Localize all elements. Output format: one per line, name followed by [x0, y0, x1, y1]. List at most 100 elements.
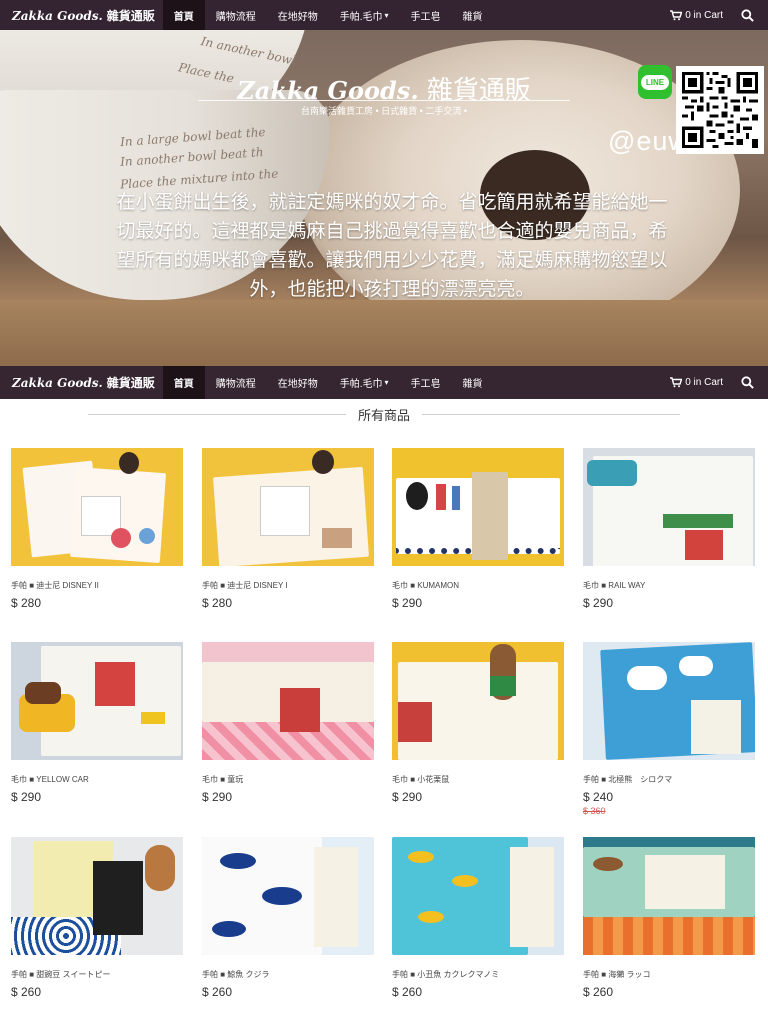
product-image[interactable]	[11, 642, 183, 760]
label-band	[691, 700, 741, 754]
label-band	[472, 472, 508, 560]
product-name[interactable]: 手帕 ■ 迪士尼 DISNEY I	[202, 580, 374, 591]
kumamon-figure	[406, 482, 428, 510]
product-card[interactable]: 毛巾 ■ 童玩 $ 290	[202, 642, 374, 804]
nav-item-zakka[interactable]: 雜貨	[452, 0, 494, 30]
product-name[interactable]: 手帕 ■ 迪士尼 DISNEY II	[11, 580, 183, 591]
product-image[interactable]	[583, 642, 755, 760]
bottle-print	[436, 484, 446, 510]
product-card[interactable]: 毛巾 ■ RAIL WAY $ 290	[583, 448, 755, 610]
product-price: $ 280	[202, 596, 233, 610]
orange-stripe-print	[583, 917, 755, 955]
nav-item-local-goods[interactable]: 在地好物	[267, 0, 329, 30]
product-price: $ 260	[583, 985, 614, 999]
product-name[interactable]: 毛巾 ■ RAIL WAY	[583, 580, 755, 591]
product-card[interactable]: 毛巾 ■ 小花栗鼠 $ 290	[392, 642, 564, 804]
fish-print	[418, 911, 444, 923]
qr-code	[676, 66, 764, 154]
product-price: $ 290	[202, 790, 233, 804]
cart-label: 0 in Cart	[685, 9, 723, 21]
pattern-print	[322, 528, 352, 548]
product-name[interactable]: 手帕 ■ 北極熊 シロクマ	[583, 774, 755, 785]
squirrel-figure	[145, 845, 175, 891]
whale-print	[220, 853, 256, 869]
search-icon	[741, 376, 754, 389]
otter-print	[593, 857, 623, 871]
line-app-icon[interactable]: LINE	[638, 65, 672, 99]
product-image[interactable]	[583, 837, 755, 955]
product-card[interactable]: 手帕 ■ 鯨魚 クジラ $ 260	[202, 837, 374, 999]
cart-link[interactable]: 0 in Cart	[670, 10, 741, 21]
product-image[interactable]	[202, 642, 374, 760]
product-image[interactable]	[392, 837, 564, 955]
section-header: 所有商品	[0, 404, 768, 424]
product-price: $ 260	[392, 985, 423, 999]
brand-logo[interactable]: Zakka Goods. 雜貨通販	[0, 7, 163, 24]
nav-item-handmade-soap[interactable]: 手工皂	[400, 0, 452, 30]
flower-print	[111, 528, 131, 548]
product-image[interactable]	[202, 448, 374, 566]
label-band	[93, 861, 143, 935]
cart-link[interactable]: 0 in Cart	[670, 377, 741, 388]
nav-item-shopping-process[interactable]: 購物流程	[205, 366, 267, 399]
search-button[interactable]	[741, 376, 768, 389]
product-image[interactable]	[392, 642, 564, 760]
nav-item-shopping-process[interactable]: 購物流程	[205, 0, 267, 30]
fish-print	[452, 875, 478, 887]
product-card[interactable]: 手帕 ■ 迪士尼 DISNEY I $ 280	[202, 448, 374, 610]
label-band	[685, 530, 723, 560]
brand-logo[interactable]: Zakka Goods. 雜貨通販	[0, 374, 163, 391]
product-name[interactable]: 毛巾 ■ 童玩	[202, 774, 374, 785]
product-card[interactable]: 手帕 ■ 甜豌豆 スイートピー $ 260	[11, 837, 183, 999]
chevron-down-icon: ▾	[384, 378, 389, 387]
product-card[interactable]: 手帕 ■ 小丑魚 カクレクマノミ $ 260	[392, 837, 564, 999]
product-card[interactable]: 毛巾 ■ YELLOW CAR $ 290	[11, 642, 183, 804]
top-navbar: Zakka Goods. 雜貨通販 首頁 購物流程 在地好物 手帕.毛巾 ▾ 手工皂…	[0, 0, 768, 30]
label-band	[314, 847, 358, 947]
nav-item-home[interactable]: 首頁	[162, 366, 205, 399]
sticky-navbar: Zakka Goods. 雜貨通販 首頁 購物流程 在地好物 手帕.毛巾 ▾ 手工皂…	[0, 366, 768, 399]
label-band	[398, 702, 432, 742]
whale-print	[262, 887, 302, 905]
nav-item-zakka[interactable]: 雜貨	[452, 366, 494, 399]
product-card[interactable]: 手帕 ■ 北極熊 シロクマ $ 240 $ 360	[583, 642, 755, 816]
product-name[interactable]: 手帕 ■ 甜豌豆 スイートピー	[11, 969, 183, 980]
product-name[interactable]: 毛巾 ■ YELLOW CAR	[11, 774, 183, 785]
nav-item-local-goods[interactable]: 在地好物	[267, 366, 329, 399]
toy-figure	[119, 452, 139, 474]
brand-text: 雜貨通販	[106, 8, 155, 23]
product-image[interactable]	[11, 448, 183, 566]
hero-description: 在小蛋餅出生後，就註定媽咪的奴才命。省吃簡用就希望能給她一切最好的。這裡都是媽麻…	[116, 191, 668, 300]
product-name[interactable]: 手帕 ■ 鯨魚 クジラ	[202, 969, 374, 980]
toy-train	[587, 460, 637, 486]
nav-item-handkerchiefs-label: 手帕.毛巾	[339, 379, 383, 390]
product-name[interactable]: 毛巾 ■ 小花栗鼠	[392, 774, 564, 785]
product-image[interactable]	[583, 448, 755, 566]
product-price: $ 280	[11, 596, 42, 610]
product-price: $ 290	[583, 596, 614, 610]
nav-item-handkerchiefs[interactable]: 手帕.毛巾 ▾	[329, 0, 400, 30]
product-name[interactable]: 手帕 ■ 小丑魚 カクレクマノミ	[392, 969, 564, 980]
product-image[interactable]	[11, 837, 183, 955]
line-label: LINE	[640, 74, 670, 90]
product-card[interactable]: 手帕 ■ 海獺 ラッコ $ 260	[583, 837, 755, 999]
product-name[interactable]: 手帕 ■ 海獺 ラッコ	[583, 969, 755, 980]
original-price: $ 360	[583, 806, 606, 816]
product-image[interactable]	[392, 448, 564, 566]
product-price: $ 290	[392, 596, 423, 610]
product-image[interactable]	[202, 837, 374, 955]
search-button[interactable]	[741, 8, 768, 22]
car-print	[141, 712, 165, 724]
product-name[interactable]: 毛巾 ■ KUMAMON	[392, 580, 564, 591]
toy-figure	[312, 450, 334, 474]
product-price: $ 290	[392, 790, 423, 804]
product-card[interactable]: 手帕 ■ 迪士尼 DISNEY II $ 280	[11, 448, 183, 610]
nav-menu: 首頁 購物流程 在地好物 手帕.毛巾 ▾ 手工皂 雜貨	[162, 0, 494, 30]
nav-item-handkerchiefs[interactable]: 手帕.毛巾 ▾	[329, 366, 400, 399]
product-card[interactable]: 毛巾 ■ KUMAMON $ 290	[392, 448, 564, 610]
nav-item-home[interactable]: 首頁	[162, 0, 205, 30]
brand-text: 雜貨通販	[106, 376, 155, 390]
polar-bear-print	[679, 656, 713, 676]
bottle-print	[452, 486, 460, 510]
nav-item-handmade-soap[interactable]: 手工皂	[400, 366, 452, 399]
